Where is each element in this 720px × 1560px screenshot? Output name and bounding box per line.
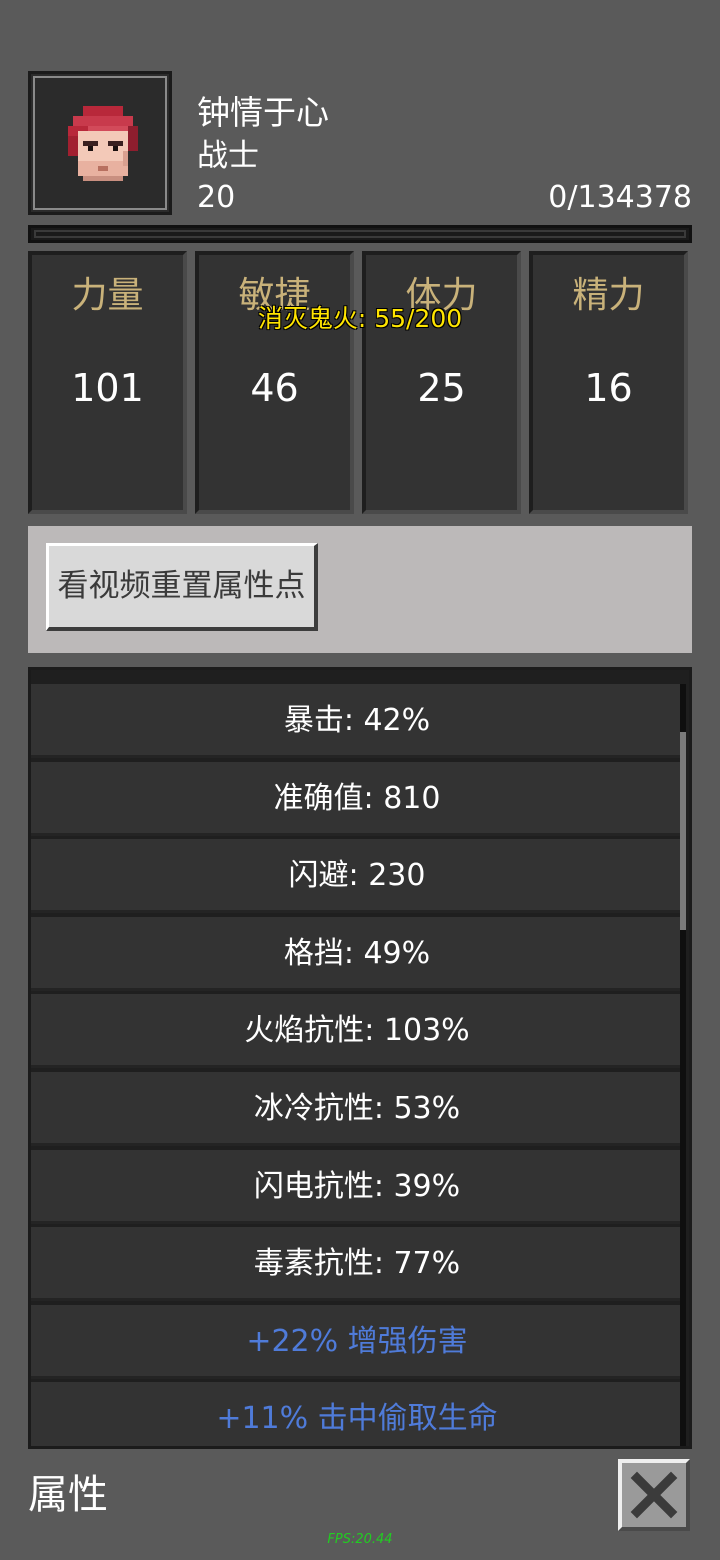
attribute-vitality: 体力 25 [362,251,521,514]
stat-row: 冰冷抗性: 53% [31,1071,683,1146]
stat-row: 准确值: 810 [31,761,683,836]
stats-scrollbar-thumb[interactable] [680,732,686,930]
close-button[interactable] [618,1459,690,1531]
stat-row: 暴击: 42% [31,684,683,758]
fps-counter: FPS:20.44 [327,1532,393,1547]
stats-scrollbar[interactable] [680,684,686,1446]
character-name: 钟情于心 [197,93,329,132]
attribute-strength: 力量 101 [28,251,187,514]
attribute-value: 46 [250,366,299,410]
character-avatar [28,71,172,215]
attribute-value: 16 [584,366,633,410]
stats-list-panel[interactable]: 暴击: 42% 准确值: 810 闪避: 230 格挡: 49% 火焰抗性: 1… [28,667,692,1449]
character-class: 战士 [197,138,259,174]
stat-row: 火焰抗性: 103% [31,994,683,1069]
reset-attributes-button[interactable]: 看视频重置属性点 [46,543,318,631]
attribute-energy: 精力 16 [529,251,688,514]
experience-bar [28,225,692,243]
stat-row: 毒素抗性: 77% [31,1227,683,1302]
quest-tracker: 消灭鬼火: 55/200 [257,304,463,333]
reset-panel: 看视频重置属性点 [28,526,692,653]
character-level: 20 [197,180,236,215]
attribute-value: 25 [417,366,466,410]
stat-row: 闪避: 230 [31,839,683,914]
experience-value: 0/134378 [548,180,692,215]
panel-title: 属性 [28,1472,108,1518]
bonus-stat-row: +11% 击中偷取生命 [31,1382,683,1446]
close-x-icon [630,1471,678,1519]
character-portrait-icon [68,106,138,181]
stat-row: 格挡: 49% [31,916,683,991]
bonus-stat-row: +22% 增强伤害 [31,1304,683,1379]
attribute-agility: 敏捷 46 [195,251,354,514]
stat-row: 闪电抗性: 39% [31,1149,683,1224]
attribute-value: 101 [71,366,144,410]
stats-list: 暴击: 42% 准确值: 810 闪避: 230 格挡: 49% 火焰抗性: 1… [31,684,683,1446]
